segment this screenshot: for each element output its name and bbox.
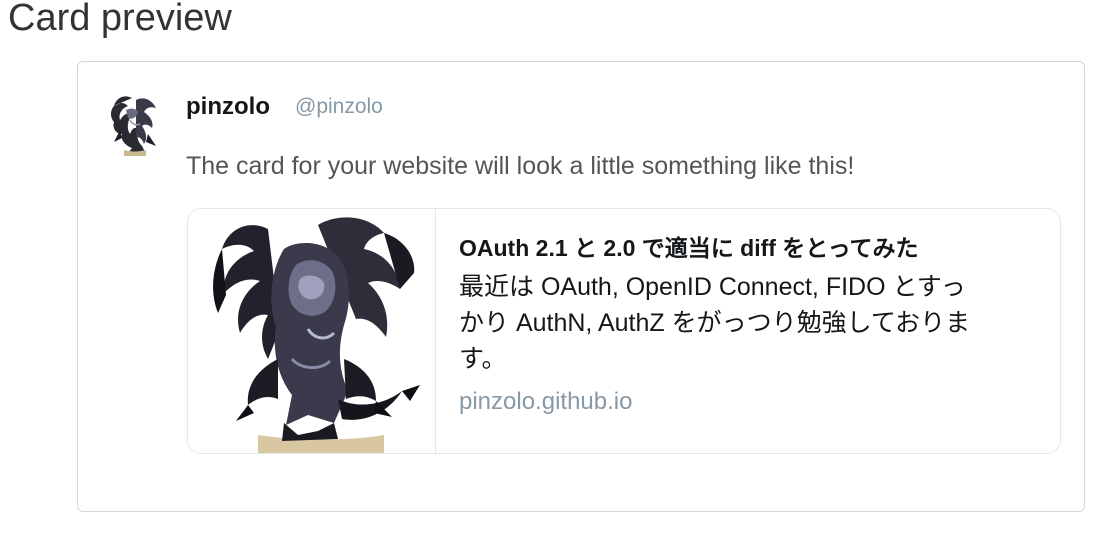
tweet-preview-frame: pinzolo @pinzolo The card for your websi… xyxy=(77,61,1085,512)
card-body: OAuth 2.1 と 2.0 で適当に diff をとってみた 最近は OAu… xyxy=(459,231,1039,417)
tweet-text: The card for your website will look a li… xyxy=(186,152,855,180)
gargoyle-illustration-icon xyxy=(188,209,436,453)
link-preview-card[interactable]: OAuth 2.1 と 2.0 で適当に diff をとってみた 最近は OAu… xyxy=(187,208,1061,454)
author-handle[interactable]: @pinzolo xyxy=(295,94,383,120)
author-name[interactable]: pinzolo xyxy=(186,92,270,122)
card-title[interactable]: OAuth 2.1 と 2.0 で適当に diff をとってみた xyxy=(459,231,1039,265)
card-domain[interactable]: pinzolo.github.io xyxy=(459,387,1039,417)
gargoyle-avatar-icon xyxy=(106,90,162,158)
page-title: Card preview xyxy=(8,0,232,39)
card-description: 最近は OAuth, OpenID Connect, FIDO とすっ かり A… xyxy=(459,273,971,373)
